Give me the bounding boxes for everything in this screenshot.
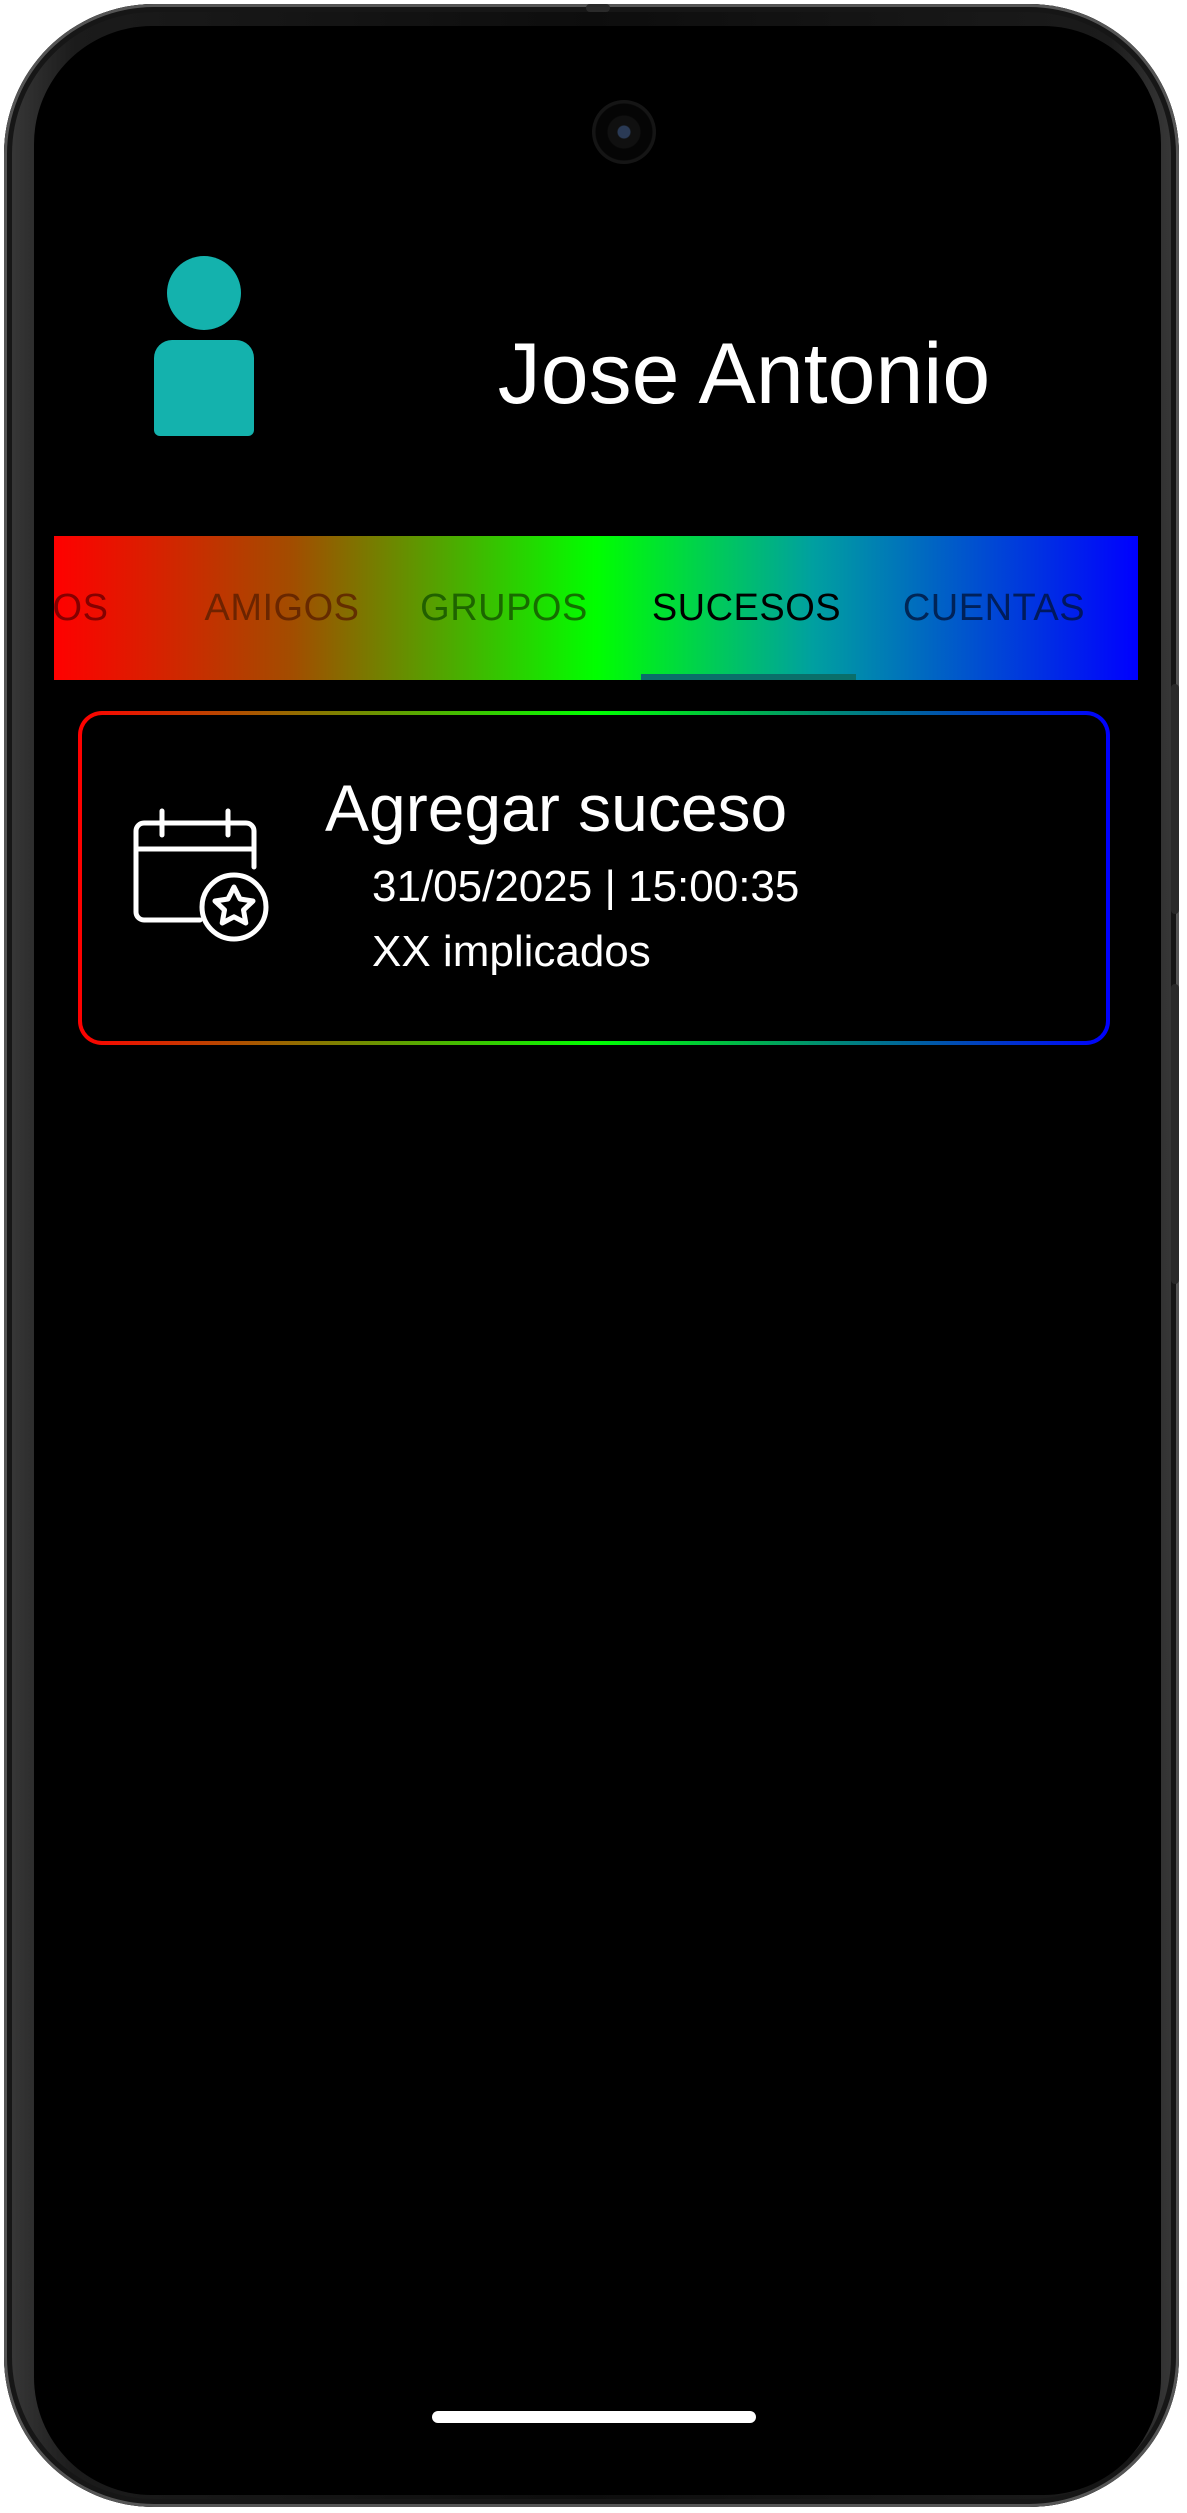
avatar[interactable] [154, 256, 254, 436]
tab-amigos[interactable]: AMIGOS [182, 536, 382, 680]
volume-button [1171, 684, 1179, 914]
event-card[interactable]: Agregar suceso 31/05/2025 | 15:00:35 XX … [78, 711, 1110, 1045]
event-involved: XX implicados [372, 927, 651, 976]
event-title: Agregar suceso [325, 771, 788, 845]
phone-frame: Jose Antonio TOS AMIGOS GRUPOS SUCESOS C… [4, 4, 1179, 2507]
tab-label: AMIGOS [204, 587, 360, 629]
tab-indicator [641, 674, 856, 680]
event-datetime: 31/05/2025 | 15:00:35 [372, 862, 800, 911]
tab-label: SUCESOS [651, 587, 842, 629]
tab-sucesos[interactable]: SUCESOS [639, 536, 854, 680]
tab-grupos[interactable]: GRUPOS [414, 536, 594, 680]
tab-cuentas[interactable]: CUENTAS [884, 536, 1104, 680]
person-icon [167, 256, 241, 330]
user-name: Jose Antonio [497, 326, 991, 422]
screen: Jose Antonio TOS AMIGOS GRUPOS SUCESOS C… [34, 26, 1161, 2495]
calendar-star-icon [133, 808, 269, 942]
tab-label: TOS [54, 587, 109, 629]
top-button [586, 4, 610, 12]
power-button [1171, 984, 1179, 1284]
tab-label: CUENTAS [902, 587, 1086, 629]
tab-label: GRUPOS [420, 587, 588, 629]
home-indicator[interactable] [432, 2411, 756, 2423]
tab-partial[interactable]: TOS [54, 536, 124, 680]
tab-bar: TOS AMIGOS GRUPOS SUCESOS CUENTAS [54, 536, 1138, 680]
front-camera [592, 100, 656, 164]
